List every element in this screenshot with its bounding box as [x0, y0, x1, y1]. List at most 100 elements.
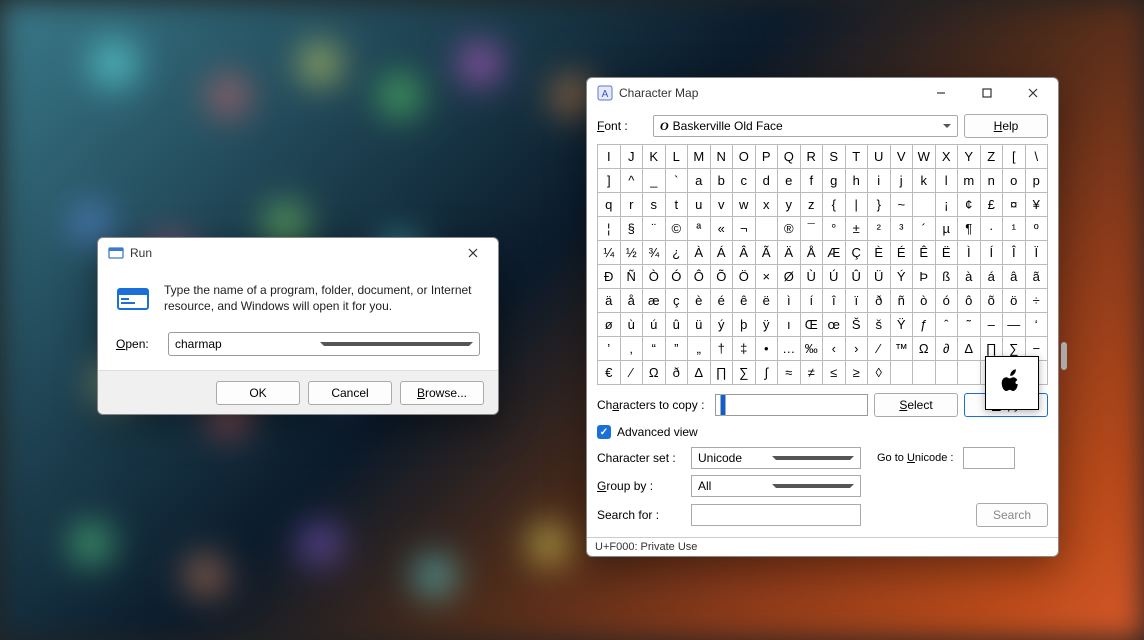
- character-cell[interactable]: ¦: [598, 217, 621, 241]
- character-cell[interactable]: L: [666, 145, 689, 169]
- character-cell[interactable]: u: [688, 193, 711, 217]
- character-cell[interactable]: f: [801, 169, 824, 193]
- character-cell[interactable]: Þ: [913, 265, 936, 289]
- character-cell[interactable]: s: [643, 193, 666, 217]
- character-cell[interactable]: ¥: [1026, 193, 1049, 217]
- character-cell[interactable]: Ö: [733, 265, 756, 289]
- character-cell[interactable]: Ï: [1026, 241, 1049, 265]
- character-cell[interactable]: O: [733, 145, 756, 169]
- character-cell[interactable]: ã: [1026, 265, 1049, 289]
- character-cell[interactable]: [958, 361, 981, 385]
- character-cell[interactable]: j: [891, 169, 914, 193]
- character-cell[interactable]: ‚: [621, 337, 644, 361]
- character-cell[interactable]: ‹: [823, 337, 846, 361]
- character-cell[interactable]: M: [688, 145, 711, 169]
- character-cell[interactable]: ≤: [823, 361, 846, 385]
- character-cell[interactable]: è: [688, 289, 711, 313]
- character-cell[interactable]: ï: [846, 289, 869, 313]
- character-cell[interactable]: ×: [756, 265, 779, 289]
- character-cell[interactable]: ∕: [621, 361, 644, 385]
- run-titlebar[interactable]: Run: [98, 238, 498, 268]
- character-cell[interactable]: å: [621, 289, 644, 313]
- character-cell[interactable]: ù: [621, 313, 644, 337]
- character-cell[interactable]: ≠: [801, 361, 824, 385]
- character-cell[interactable]: h: [846, 169, 869, 193]
- character-cell[interactable]: È: [868, 241, 891, 265]
- character-cell[interactable]: –: [981, 313, 1004, 337]
- character-cell[interactable]: Ü: [868, 265, 891, 289]
- character-cell[interactable]: ­: [756, 217, 779, 241]
- character-cell[interactable]: b: [711, 169, 734, 193]
- character-cell[interactable]: ê: [733, 289, 756, 313]
- character-cell[interactable]: ¼: [598, 241, 621, 265]
- character-cell[interactable]: o: [1003, 169, 1026, 193]
- character-cell[interactable]: v: [711, 193, 734, 217]
- character-cell[interactable]: t: [666, 193, 689, 217]
- character-cell[interactable]: ò: [913, 289, 936, 313]
- character-cell[interactable]: p: [1026, 169, 1049, 193]
- character-cell[interactable]: º: [1026, 217, 1049, 241]
- character-cell[interactable]: d: [756, 169, 779, 193]
- character-cell[interactable]: Ä: [778, 241, 801, 265]
- character-cell[interactable]: y: [778, 193, 801, 217]
- character-cell[interactable]: J: [621, 145, 644, 169]
- character-cell[interactable]: í: [801, 289, 824, 313]
- character-cell[interactable]: Ω: [913, 337, 936, 361]
- character-cell[interactable]: ‡: [733, 337, 756, 361]
- browse-button[interactable]: Browse...: [400, 381, 484, 405]
- chars-to-copy-input[interactable]: [715, 394, 868, 416]
- character-cell[interactable]: T: [846, 145, 869, 169]
- maximize-icon[interactable]: [964, 78, 1010, 108]
- character-cell[interactable]: •: [756, 337, 779, 361]
- character-cell[interactable]: i: [868, 169, 891, 193]
- cmap-titlebar[interactable]: A Character Map: [587, 78, 1058, 108]
- character-cell[interactable]: á: [981, 265, 1004, 289]
- cancel-button[interactable]: Cancel: [308, 381, 392, 405]
- character-cell[interactable]: î: [823, 289, 846, 313]
- character-cell[interactable]: É: [891, 241, 914, 265]
- character-cell[interactable]: Å: [801, 241, 824, 265]
- character-cell[interactable]: ü: [688, 313, 711, 337]
- character-cell[interactable]: ∆: [688, 361, 711, 385]
- character-cell[interactable]: a: [688, 169, 711, 193]
- character-cell[interactable]: ∂: [936, 337, 959, 361]
- character-cell[interactable]: ±: [846, 217, 869, 241]
- character-cell[interactable]: Ý: [891, 265, 914, 289]
- character-cell[interactable]: W: [913, 145, 936, 169]
- character-cell[interactable]: ¯: [801, 217, 824, 241]
- character-cell[interactable]: ú: [643, 313, 666, 337]
- character-cell[interactable]: û: [666, 313, 689, 337]
- character-cell[interactable]: ¹: [1003, 217, 1026, 241]
- character-cell[interactable]: x: [756, 193, 779, 217]
- character-cell[interactable]: ¤: [1003, 193, 1026, 217]
- character-cell[interactable]: Œ: [801, 313, 824, 337]
- character-cell[interactable]: K: [643, 145, 666, 169]
- groupby-select[interactable]: All: [691, 475, 861, 497]
- character-cell[interactable]: r: [621, 193, 644, 217]
- character-cell[interactable]: ı: [778, 313, 801, 337]
- character-cell[interactable]: ’: [598, 337, 621, 361]
- open-combobox[interactable]: charmap: [168, 332, 480, 356]
- goto-unicode-input[interactable]: [963, 447, 1015, 469]
- character-cell[interactable]: ä: [598, 289, 621, 313]
- character-cell[interactable]: Y: [958, 145, 981, 169]
- character-cell[interactable]: P: [756, 145, 779, 169]
- character-cell[interactable]: Ñ: [621, 265, 644, 289]
- character-cell[interactable]: Š: [846, 313, 869, 337]
- character-cell[interactable]: ó: [936, 289, 959, 313]
- character-cell[interactable]: Æ: [823, 241, 846, 265]
- character-cell[interactable]: ∏: [711, 361, 734, 385]
- close-icon[interactable]: [1010, 78, 1056, 108]
- character-cell[interactable]: ç: [666, 289, 689, 313]
- character-cell[interactable]: …: [778, 337, 801, 361]
- character-cell[interactable]: ©: [666, 217, 689, 241]
- character-cell[interactable]: Ò: [643, 265, 666, 289]
- character-cell[interactable]: ô: [958, 289, 981, 313]
- character-cell[interactable]: ö: [1003, 289, 1026, 313]
- character-cell[interactable]: }: [868, 193, 891, 217]
- character-cell[interactable]: §: [621, 217, 644, 241]
- character-cell[interactable]: [891, 361, 914, 385]
- character-cell[interactable]: ›: [846, 337, 869, 361]
- character-cell[interactable]: Ç: [846, 241, 869, 265]
- character-cell[interactable]: ™: [891, 337, 914, 361]
